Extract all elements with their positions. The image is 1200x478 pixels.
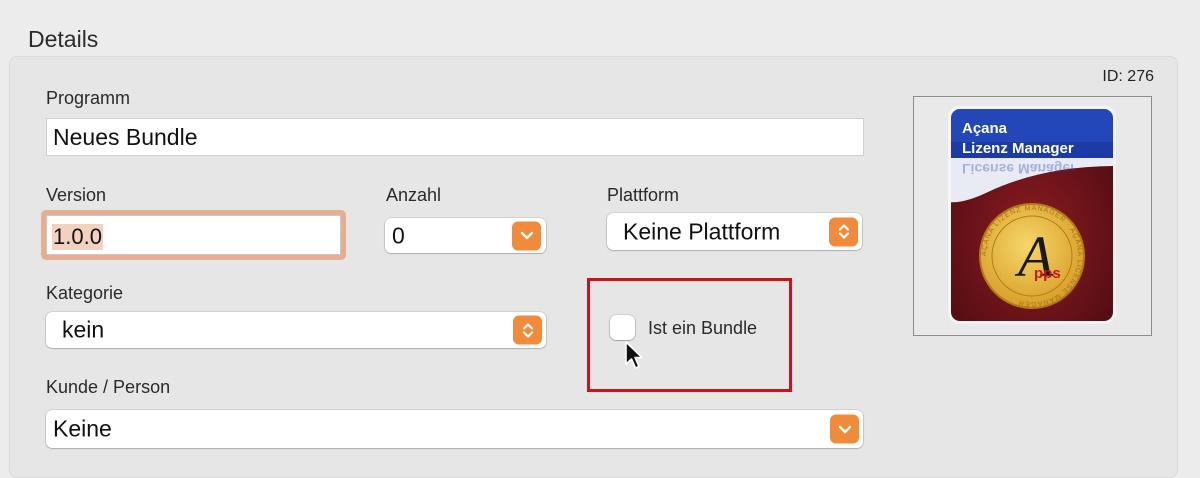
anzahl-dropdown[interactable]: 0 xyxy=(385,218,546,253)
section-title: Details xyxy=(28,26,99,52)
mouse-pointer-icon xyxy=(625,341,643,369)
icon-title-line2: Lizenz Manager xyxy=(962,140,1074,157)
chevron-up-down-icon xyxy=(829,217,858,246)
annotation-highlight xyxy=(587,278,792,392)
kategorie-label: Kategorie xyxy=(46,283,124,303)
acana-app-icon: Açana Lizenz Manager License Manager AÇA… xyxy=(948,106,1116,324)
icon-reflection-text: License Manager xyxy=(962,161,1076,177)
chevron-up-down-icon xyxy=(513,315,542,345)
chevron-down-icon xyxy=(512,221,541,250)
seal-word: pps xyxy=(1034,265,1061,282)
chevron-down-icon xyxy=(830,414,859,444)
kategorie-popup[interactable]: kein xyxy=(46,312,546,348)
icon-title-line1: Açana xyxy=(962,120,1008,137)
anzahl-label: Anzahl xyxy=(386,185,442,205)
version-input[interactable]: 1.0.0 xyxy=(46,215,341,255)
kunde-value: Keine xyxy=(53,415,112,442)
kunde-dropdown[interactable]: Keine xyxy=(46,410,863,448)
plattform-value: Keine Plattform xyxy=(623,218,781,244)
programm-input[interactable] xyxy=(46,118,864,156)
plattform-label: Plattform xyxy=(607,185,680,205)
anzahl-value: 0 xyxy=(392,222,405,248)
programm-label: Programm xyxy=(46,88,131,108)
plattform-popup[interactable]: Keine Plattform xyxy=(607,213,862,250)
kategorie-value: kein xyxy=(62,316,105,343)
kunde-label: Kunde / Person xyxy=(46,377,171,397)
version-label: Version xyxy=(46,185,107,205)
record-id-label: ID: 276 xyxy=(1102,68,1154,85)
version-value: 1.0.0 xyxy=(52,224,103,250)
program-image-well[interactable]: Açana Lizenz Manager License Manager AÇA… xyxy=(913,96,1152,336)
